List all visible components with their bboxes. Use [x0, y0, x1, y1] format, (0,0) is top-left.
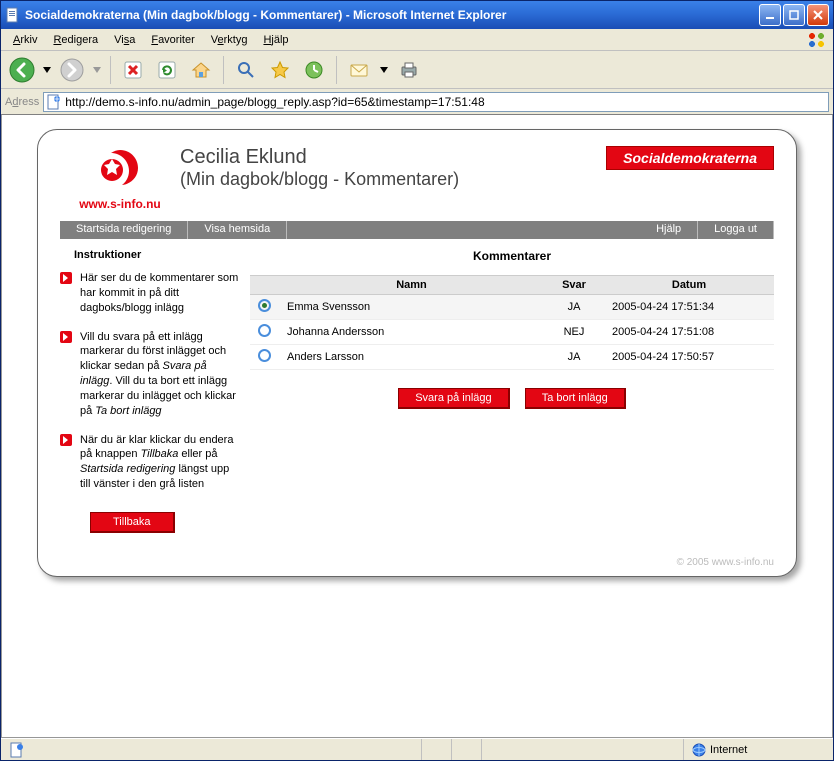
menu-hjalp[interactable]: Hjälp — [255, 32, 296, 48]
menu-visa[interactable]: Visa — [106, 32, 143, 48]
toolbar — [1, 51, 833, 89]
mail-dropdown[interactable] — [378, 55, 390, 85]
cell-name: Anders Larsson — [279, 345, 544, 370]
minimize-button[interactable] — [759, 4, 781, 26]
close-button[interactable] — [807, 4, 829, 26]
radio-icon[interactable] — [258, 299, 271, 312]
nav-visa[interactable]: Visa hemsida — [188, 221, 287, 239]
address-bar: Adress — [1, 89, 833, 115]
page-subtitle: (Min dagbok/blogg - Kommentarer) — [180, 169, 606, 190]
instruction-text: När du är klar klickar du endera på knap… — [80, 433, 240, 492]
instruction-text: Vill du svara på ett inlägg markerar du … — [80, 330, 240, 419]
menu-redigera[interactable]: Redigera — [45, 32, 106, 48]
table-row[interactable]: Emma SvenssonJA2005-04-24 17:51:34 — [250, 295, 774, 320]
window-buttons — [759, 4, 829, 26]
menu-verktyg[interactable]: Verktyg — [203, 32, 256, 48]
comments-panel: Kommentarer Namn Svar Datum Emma Svensso… — [250, 249, 774, 533]
cell-name: Emma Svensson — [279, 295, 544, 320]
nav-hjalp[interactable]: Hjälp — [640, 221, 698, 239]
favorites-button[interactable] — [265, 55, 295, 85]
instructions-heading: Instruktioner — [74, 249, 240, 261]
address-label: Adress — [5, 96, 39, 108]
status-cell — [421, 739, 451, 760]
admin-card: www.s-info.nu Cecilia Eklund (Min dagbok… — [37, 129, 797, 577]
page-viewport: www.s-info.nu Cecilia Eklund (Min dagbok… — [1, 115, 833, 738]
ie-window: Socialdemokraterna (Min dagbok/blogg - K… — [0, 0, 834, 761]
status-cell — [451, 739, 481, 760]
cell-date: 2005-04-24 17:51:34 — [604, 295, 774, 320]
site-label: www.s-info.nu — [79, 197, 161, 211]
window-title: Socialdemokraterna (Min dagbok/blogg - K… — [25, 8, 759, 22]
radio-icon[interactable] — [258, 324, 271, 337]
menu-favoriter[interactable]: Favoriter — [143, 32, 202, 48]
bullet-icon — [60, 331, 72, 343]
address-field[interactable] — [43, 92, 829, 112]
back-button[interactable]: Tillbaka — [90, 512, 175, 533]
comments-table: Namn Svar Datum Emma SvenssonJA2005-04-2… — [250, 275, 774, 370]
cell-answer: JA — [544, 345, 604, 370]
status-bar: Internet — [1, 738, 833, 760]
instructions-panel: Instruktioner Här ser du de kommentarer … — [60, 249, 250, 533]
maximize-button[interactable] — [783, 4, 805, 26]
globe-icon — [692, 743, 706, 757]
party-badge: Socialdemokraterna — [606, 146, 774, 170]
bullet-icon — [60, 434, 72, 446]
admin-nav: Startsida redigering Visa hemsida Hjälp … — [60, 221, 774, 239]
col-answer: Svar — [544, 276, 604, 295]
print-button[interactable] — [394, 55, 424, 85]
status-left — [1, 739, 421, 760]
instruction-item: Här ser du de kommentarer som har kommit… — [60, 271, 240, 316]
brand-block: www.s-info.nu — [60, 146, 180, 211]
home-button[interactable] — [186, 55, 216, 85]
cell-name: Johanna Andersson — [279, 320, 544, 345]
window-titlebar: Socialdemokraterna (Min dagbok/blogg - K… — [1, 1, 833, 29]
col-name: Namn — [279, 276, 544, 295]
history-button[interactable] — [299, 55, 329, 85]
forward-button[interactable] — [57, 55, 87, 85]
instruction-text: Här ser du de kommentarer som har kommit… — [80, 271, 240, 316]
page-icon — [46, 94, 62, 110]
cell-date: 2005-04-24 17:51:08 — [604, 320, 774, 345]
windows-flag-icon — [805, 30, 829, 50]
cell-date: 2005-04-24 17:50:57 — [604, 345, 774, 370]
table-row[interactable]: Anders LarssonJA2005-04-24 17:50:57 — [250, 345, 774, 370]
radio-icon[interactable] — [258, 349, 271, 362]
status-zone-label: Internet — [710, 744, 747, 756]
search-button[interactable] — [231, 55, 261, 85]
stop-button[interactable] — [118, 55, 148, 85]
page-icon — [9, 742, 25, 758]
person-name: Cecilia Eklund — [180, 146, 606, 169]
comments-heading: Kommentarer — [250, 249, 774, 263]
forward-dropdown[interactable] — [91, 55, 103, 85]
nav-startsida[interactable]: Startsida redigering — [60, 221, 188, 239]
reply-button[interactable]: Svara på inlägg — [398, 388, 509, 409]
back-dropdown[interactable] — [41, 55, 53, 85]
card-footer: © 2005 www.s-info.nu — [60, 557, 774, 568]
instruction-item: Vill du svara på ett inlägg markerar du … — [60, 330, 240, 419]
nav-loggaut[interactable]: Logga ut — [698, 221, 774, 239]
url-input[interactable] — [65, 95, 826, 109]
bullet-icon — [60, 272, 72, 284]
status-zone: Internet — [683, 739, 833, 760]
menu-arkiv[interactable]: Arkiv — [5, 32, 45, 48]
cell-answer: NEJ — [544, 320, 604, 345]
cell-answer: JA — [544, 295, 604, 320]
page-icon — [5, 7, 21, 23]
table-row[interactable]: Johanna AnderssonNEJ2005-04-24 17:51:08 — [250, 320, 774, 345]
refresh-button[interactable] — [152, 55, 182, 85]
mail-button[interactable] — [344, 55, 374, 85]
back-button[interactable] — [7, 55, 37, 85]
status-cell — [481, 739, 511, 760]
menu-bar: Arkiv Redigera Visa Favoriter Verktyg Hj… — [1, 29, 833, 51]
party-logo — [60, 146, 180, 193]
instruction-item: När du är klar klickar du endera på knap… — [60, 433, 240, 492]
col-date: Datum — [604, 276, 774, 295]
delete-button[interactable]: Ta bort inlägg — [525, 388, 626, 409]
